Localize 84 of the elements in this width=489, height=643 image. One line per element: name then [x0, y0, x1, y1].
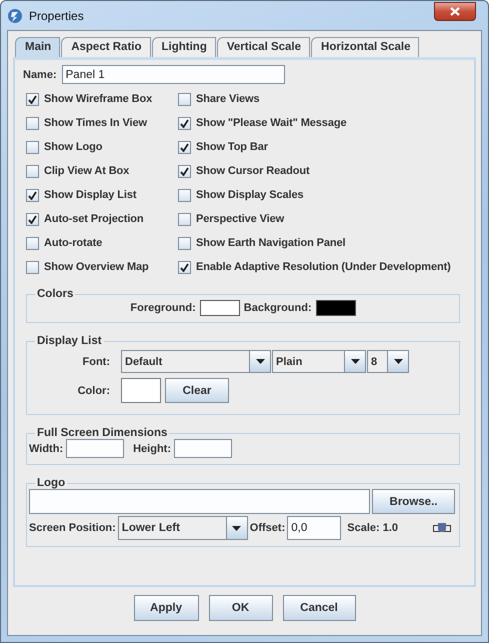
dropdown[interactable]: 8 [367, 350, 409, 373]
check-icon [28, 190, 37, 200]
checkbox-label: Show Overview Map [44, 261, 149, 273]
caret-icon [394, 359, 402, 364]
checkbox[interactable] [26, 140, 39, 154]
group-title: Display List [36, 335, 103, 347]
checkbox-label: Show Wireframe Box [44, 93, 152, 105]
color-swatch[interactable] [200, 300, 240, 316]
group-title: Logo [36, 477, 66, 489]
color-swatch[interactable] [121, 378, 161, 403]
caret-icon [350, 359, 360, 364]
input-field[interactable] [66, 439, 124, 458]
checkbox[interactable] [178, 212, 191, 226]
input-field[interactable]: 0,0 [287, 516, 342, 540]
checkbox-label: Auto-rotate [44, 237, 102, 249]
group-title: Full Screen Dimensions [36, 427, 168, 439]
check-icon [180, 262, 189, 272]
checkbox[interactable] [178, 140, 191, 154]
app-icon [7, 8, 23, 24]
field-label: Width: [29, 442, 64, 454]
tab[interactable]: Vertical Scale [216, 37, 310, 57]
input-field[interactable] [174, 439, 232, 458]
input-field[interactable]: Panel 1 [62, 65, 285, 84]
color-swatch[interactable] [316, 300, 356, 316]
field-label: Font: [82, 356, 110, 368]
checkbox-label: Show Display Scales [196, 189, 304, 201]
checkbox-label: Show Logo [44, 141, 102, 153]
checkbox[interactable] [26, 164, 39, 178]
checkbox-label: Show Top Bar [196, 141, 268, 153]
tab[interactable]: Main [15, 37, 60, 57]
field-label: Offset: [250, 522, 286, 534]
checkbox[interactable] [26, 212, 39, 226]
slider-thumb[interactable] [438, 522, 446, 532]
checkbox-label: Show "Please Wait" Message [196, 117, 346, 129]
close-icon [450, 7, 460, 16]
checkbox-label: Enable Adaptive Resolution (Under Development) [196, 261, 451, 273]
checkbox-label: Share Views [196, 93, 260, 105]
browse-button[interactable]: Browse.. [372, 489, 455, 514]
tab[interactable]: Horizontal Scale [311, 37, 420, 57]
checkbox[interactable] [178, 116, 191, 130]
caret-icon [256, 359, 264, 364]
checkbox[interactable] [26, 92, 39, 106]
check-icon [28, 214, 37, 224]
checkbox-label: Show Earth Navigation Panel [196, 237, 346, 249]
checkbox-label: Show Cursor Readout [196, 165, 310, 177]
checkbox-label: Perspective View [196, 213, 284, 225]
checkbox[interactable] [26, 236, 39, 250]
window-title: Properties [29, 8, 85, 22]
close-button[interactable] [434, 2, 476, 21]
group-title: Colors [36, 288, 74, 300]
checkbox-label: Show Display List [44, 189, 136, 201]
checkbox[interactable] [26, 116, 39, 130]
dropdown[interactable]: Lower Left [118, 516, 248, 540]
field-label: Color: [76, 384, 110, 396]
checkbox[interactable] [178, 188, 191, 202]
field-label: Height: [133, 442, 171, 454]
dialog-button[interactable]: Cancel [282, 595, 356, 621]
check-icon [28, 94, 37, 104]
checkbox[interactable] [26, 260, 39, 274]
color-label: Foreground: [130, 302, 196, 314]
check-icon [180, 118, 189, 128]
checkbox[interactable] [178, 92, 191, 106]
checkbox[interactable] [178, 236, 191, 250]
checkbox-label: Auto-set Projection [44, 213, 144, 225]
check-icon [180, 166, 189, 176]
field-label: Name: [23, 68, 57, 80]
caret-icon [232, 526, 242, 530]
tab[interactable]: Lighting [152, 37, 216, 57]
checkbox[interactable] [26, 188, 39, 202]
field-label: Screen Position: [29, 522, 116, 534]
clear-button[interactable]: Clear [165, 378, 229, 403]
dialog-button[interactable]: OK [208, 595, 272, 621]
checkbox-label: Clip View At Box [44, 165, 130, 177]
scale-label: Scale: 1.0 [347, 522, 398, 534]
dialog-button[interactable]: Apply [134, 595, 198, 621]
dropdown[interactable]: Default [121, 350, 271, 373]
checkbox[interactable] [178, 164, 191, 178]
color-label: Background: [244, 302, 312, 314]
check-icon [180, 142, 189, 152]
input-field[interactable] [29, 489, 370, 514]
checkbox-label: Show Times In View [44, 117, 147, 129]
checkbox[interactable] [178, 260, 191, 274]
dropdown[interactable]: Plain [272, 350, 366, 373]
tab[interactable]: Aspect Ratio [61, 37, 150, 57]
